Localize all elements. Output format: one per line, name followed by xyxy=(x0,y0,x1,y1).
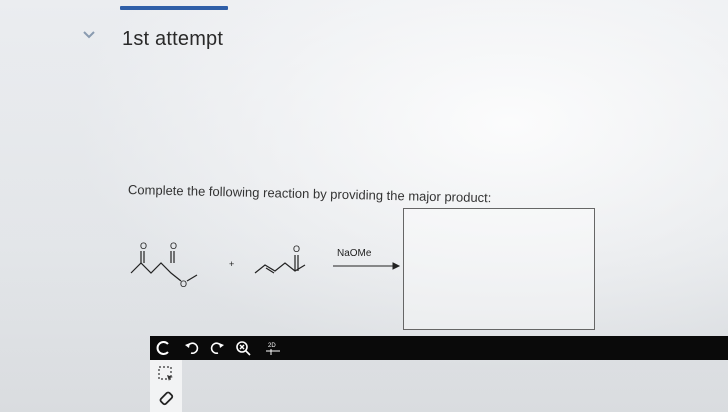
eraser-icon[interactable] xyxy=(156,388,176,408)
oxygen-label: O xyxy=(170,241,177,251)
reaction-arrow xyxy=(333,262,401,270)
answer-drawing-area[interactable] xyxy=(403,208,595,330)
question-prompt: Complete the following reaction by provi… xyxy=(127,182,492,206)
redo-icon[interactable] xyxy=(208,339,226,357)
undo-icon[interactable] xyxy=(183,339,201,357)
oxygen-label: O xyxy=(140,241,147,251)
selection-icon[interactable] xyxy=(156,364,176,384)
clear-icon[interactable] xyxy=(155,339,173,357)
drawing-toolbar: 2D xyxy=(150,336,728,360)
side-toolbar xyxy=(150,360,182,412)
reaction-plus: + xyxy=(229,259,234,269)
reaction-scheme: O O O + O xyxy=(130,241,401,289)
oxygen-label: O xyxy=(293,244,300,254)
zoom-icon[interactable] xyxy=(234,339,252,357)
attempt-title: 1st attempt xyxy=(122,28,224,50)
oxygen-label: O xyxy=(180,279,187,289)
reactant-2-structure xyxy=(254,255,306,274)
tab-active-indicator xyxy=(120,6,228,10)
svg-text:2D: 2D xyxy=(268,343,276,349)
2d-template-icon[interactable]: 2D xyxy=(264,339,282,357)
chevron-down-icon[interactable] xyxy=(82,30,96,40)
reactant-1-structure xyxy=(130,251,198,282)
reagent-label: NaOMe xyxy=(337,248,372,259)
screen: 1st attempt Complete the following react… xyxy=(0,0,728,412)
